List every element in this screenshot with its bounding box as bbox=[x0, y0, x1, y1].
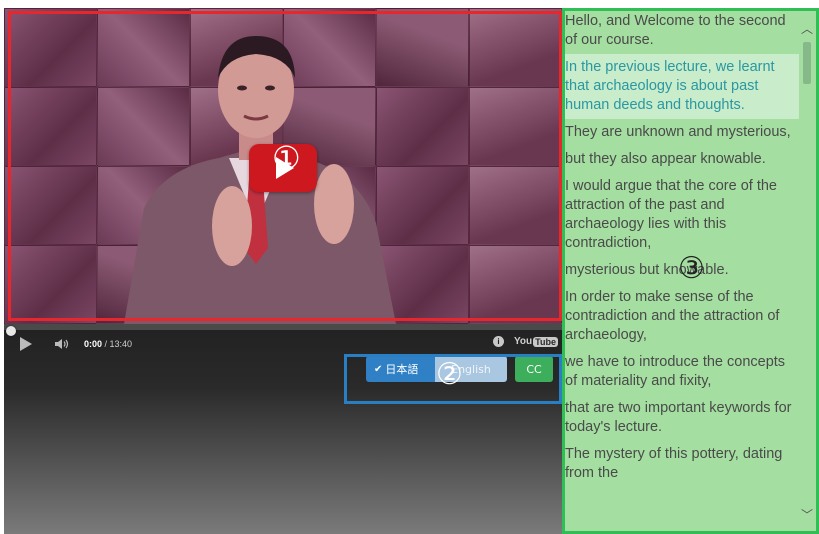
transcript-panel: Hello, and Welcome to the second of our … bbox=[563, 8, 817, 534]
japanese-button[interactable]: ✔ 日本語 bbox=[366, 356, 435, 382]
transcript-scrollbar[interactable]: ︿ ﹀ bbox=[799, 16, 815, 522]
english-label: English bbox=[451, 362, 491, 376]
scroll-thumb[interactable] bbox=[803, 42, 811, 84]
cc-label: CC bbox=[526, 362, 542, 376]
transcript-cue[interactable]: In order to make sense of the contradict… bbox=[563, 284, 799, 349]
transcript-list: Hello, and Welcome to the second of our … bbox=[563, 8, 799, 487]
time-separator: / bbox=[102, 339, 110, 349]
transcript-cue[interactable]: that are two important keywords for toda… bbox=[563, 395, 799, 441]
video-frame[interactable] bbox=[4, 8, 562, 324]
youtube-logo[interactable]: You Tube bbox=[514, 336, 558, 347]
duration: 13:40 bbox=[109, 339, 133, 349]
transcript-cue[interactable]: mysterious but knowable. bbox=[563, 257, 799, 284]
screenshot-root: 0:00 / 13:40 i You Tube ✔ 日本語 English CC H… bbox=[0, 0, 819, 534]
transcript-cue[interactable]: The mystery of this pottery, dating from… bbox=[563, 441, 799, 487]
video-player: 0:00 / 13:40 i You Tube ✔ 日本語 English CC bbox=[4, 8, 562, 534]
transcript-cue[interactable]: They are unknown and mysterious, bbox=[563, 119, 799, 146]
check-icon: ✔ bbox=[374, 363, 383, 375]
transcript-cue[interactable]: but they also appear knowable. bbox=[563, 146, 799, 173]
english-button[interactable]: English bbox=[435, 356, 507, 382]
transcript-cue-active[interactable]: In the previous lecture, we learnt that … bbox=[563, 54, 799, 119]
transcript-cue[interactable]: I would argue that the core of the attra… bbox=[563, 173, 799, 257]
logo-you: You bbox=[514, 336, 533, 347]
transcript-cue[interactable]: we have to introduce the concepts of mat… bbox=[563, 349, 799, 395]
current-time: 0:00 bbox=[84, 339, 103, 349]
time-display: 0:00 / 13:40 bbox=[84, 339, 132, 349]
play-icon bbox=[276, 157, 294, 179]
play-overlay-button[interactable] bbox=[249, 144, 317, 192]
logo-tube: Tube bbox=[533, 336, 558, 347]
volume-icon[interactable] bbox=[54, 338, 70, 350]
japanese-label: 日本語 bbox=[385, 363, 419, 376]
control-bar: 0:00 / 13:40 i You Tube bbox=[4, 330, 562, 358]
play-icon[interactable] bbox=[20, 337, 32, 351]
control-bar-right: i You Tube bbox=[493, 336, 558, 347]
info-icon[interactable]: i bbox=[493, 336, 504, 347]
transcript-cue[interactable]: Hello, and Welcome to the second of our … bbox=[563, 8, 799, 54]
language-switcher: ✔ 日本語 English CC bbox=[366, 356, 553, 382]
chevron-down-icon[interactable]: ﹀ bbox=[799, 506, 815, 522]
chevron-up-icon[interactable]: ︿ bbox=[799, 20, 815, 36]
cc-button[interactable]: CC bbox=[515, 356, 553, 382]
